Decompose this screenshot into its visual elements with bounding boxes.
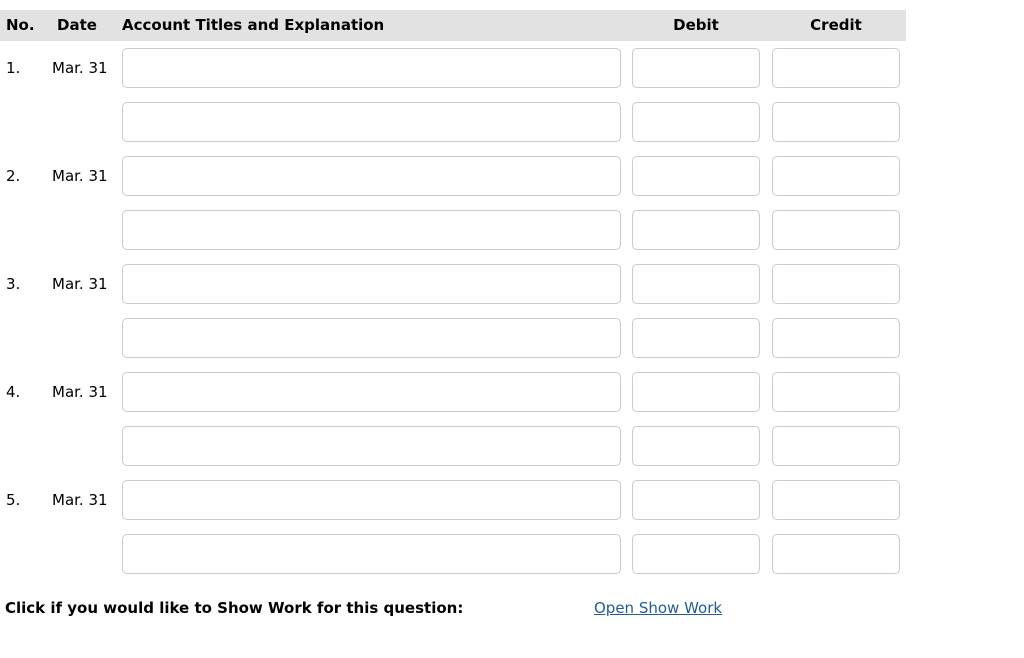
debit-amount-input[interactable] xyxy=(632,480,760,520)
entry-date: Mar. 31 xyxy=(52,167,108,185)
journal-entry-group: 5. Mar. 31 xyxy=(0,480,906,574)
debit-amount-input[interactable] xyxy=(632,48,760,88)
column-header-no: No. xyxy=(6,16,35,34)
debit-amount-input[interactable] xyxy=(632,534,760,574)
debit-amount-input[interactable] xyxy=(632,372,760,412)
credit-amount-input[interactable] xyxy=(772,210,900,250)
account-title-input[interactable] xyxy=(122,264,621,304)
column-header-credit: Credit xyxy=(810,16,862,34)
table-row: 3. Mar. 31 xyxy=(0,264,906,304)
entry-number: 5. xyxy=(6,491,21,509)
account-title-input[interactable] xyxy=(122,480,621,520)
entry-number: 4. xyxy=(6,383,21,401)
credit-amount-input[interactable] xyxy=(772,318,900,358)
journal-entry-group: 4. Mar. 31 xyxy=(0,372,906,466)
table-row xyxy=(0,426,906,466)
entry-number: 2. xyxy=(6,167,21,185)
account-title-input[interactable] xyxy=(122,534,621,574)
credit-amount-input[interactable] xyxy=(772,156,900,196)
column-header-debit: Debit xyxy=(673,16,719,34)
journal-entry-form: No. Date Account Titles and Explanation … xyxy=(0,0,1024,658)
account-title-input[interactable] xyxy=(122,102,621,142)
table-row xyxy=(0,210,906,250)
entry-number: 3. xyxy=(6,275,21,293)
table-row xyxy=(0,318,906,358)
debit-amount-input[interactable] xyxy=(632,102,760,142)
table-header-row: No. Date Account Titles and Explanation … xyxy=(0,10,906,41)
debit-amount-input[interactable] xyxy=(632,210,760,250)
entry-date: Mar. 31 xyxy=(52,59,108,77)
show-work-label: Click if you would like to Show Work for… xyxy=(5,599,464,617)
entry-number: 1. xyxy=(6,59,21,77)
entry-date: Mar. 31 xyxy=(52,383,108,401)
credit-amount-input[interactable] xyxy=(772,480,900,520)
credit-amount-input[interactable] xyxy=(772,102,900,142)
credit-amount-input[interactable] xyxy=(772,372,900,412)
column-header-account: Account Titles and Explanation xyxy=(122,16,385,34)
account-title-input[interactable] xyxy=(122,210,621,250)
debit-amount-input[interactable] xyxy=(632,156,760,196)
debit-amount-input[interactable] xyxy=(632,318,760,358)
table-row: 4. Mar. 31 xyxy=(0,372,906,412)
debit-amount-input[interactable] xyxy=(632,426,760,466)
show-work-footer: Click if you would like to Show Work for… xyxy=(0,596,1024,620)
journal-entry-group: 3. Mar. 31 xyxy=(0,264,906,358)
account-title-input[interactable] xyxy=(122,318,621,358)
table-row: 2. Mar. 31 xyxy=(0,156,906,196)
account-title-input[interactable] xyxy=(122,156,621,196)
credit-amount-input[interactable] xyxy=(772,534,900,574)
credit-amount-input[interactable] xyxy=(772,264,900,304)
journal-entry-rows: 1. Mar. 31 2. Mar. 31 3. Mar. 31 4. Mar. 31 5. Ma… xyxy=(0,48,906,574)
entry-date: Mar. 31 xyxy=(52,491,108,509)
credit-amount-input[interactable] xyxy=(772,426,900,466)
table-row: 5. Mar. 31 xyxy=(0,480,906,520)
account-title-input[interactable] xyxy=(122,426,621,466)
entry-date: Mar. 31 xyxy=(52,275,108,293)
open-show-work-link[interactable]: Open Show Work xyxy=(594,596,722,620)
journal-entry-group: 1. Mar. 31 xyxy=(0,48,906,142)
account-title-input[interactable] xyxy=(122,372,621,412)
table-row xyxy=(0,534,906,574)
credit-amount-input[interactable] xyxy=(772,48,900,88)
debit-amount-input[interactable] xyxy=(632,264,760,304)
table-row: 1. Mar. 31 xyxy=(0,48,906,88)
journal-entry-group: 2. Mar. 31 xyxy=(0,156,906,250)
table-row xyxy=(0,102,906,142)
account-title-input[interactable] xyxy=(122,48,621,88)
column-header-date: Date xyxy=(57,16,97,34)
